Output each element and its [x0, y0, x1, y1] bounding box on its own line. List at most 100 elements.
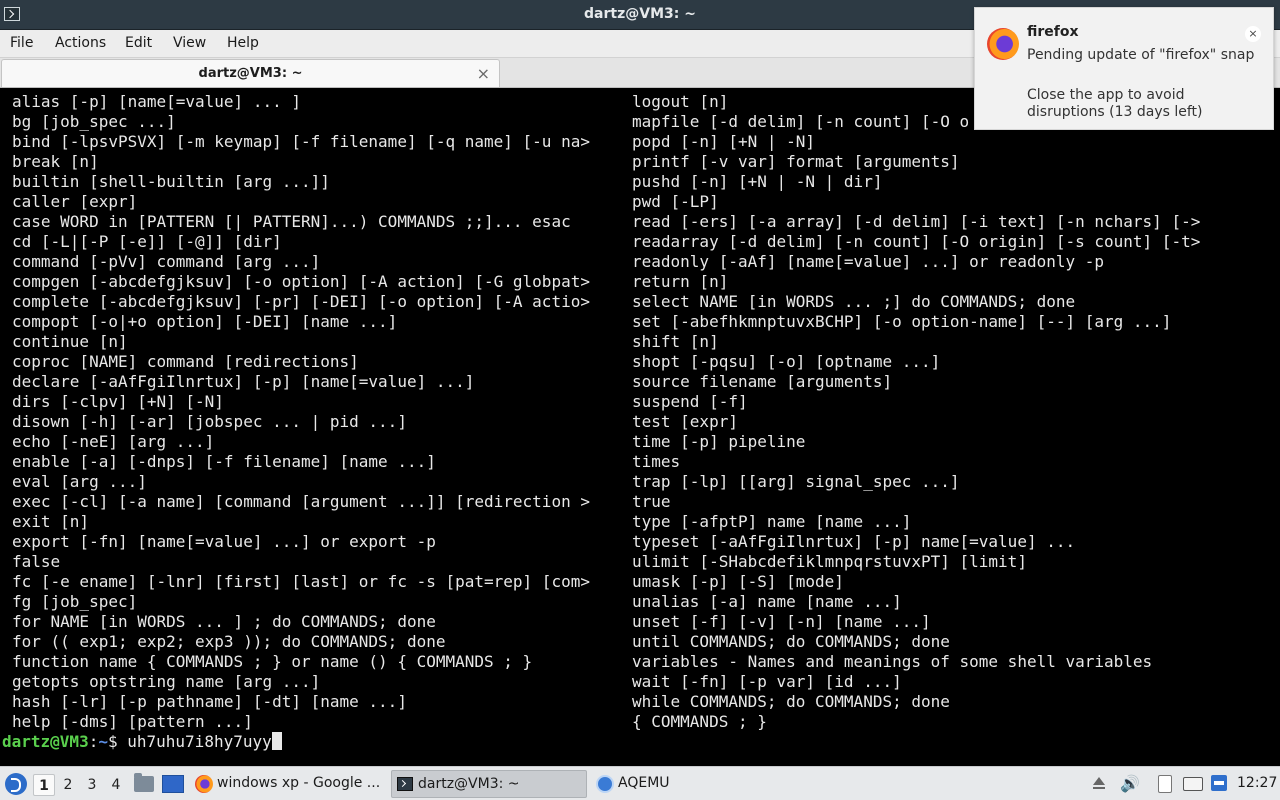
help-line: compopt [-o|+o option] [-DEI] [name ...] — [12, 312, 398, 331]
help-line: logout [n] — [632, 92, 729, 111]
help-line: fc [-e ename] [-lnr] [first] [last] or f… — [12, 572, 590, 591]
eject-icon[interactable] — [1092, 775, 1106, 793]
help-line: complete [-abcdefgjksuv] [-pr] [-DEI] [-… — [12, 292, 590, 311]
menu-edit[interactable]: Edit — [125, 35, 152, 51]
help-line: getopts optstring name [arg ...] — [12, 672, 321, 691]
menu-help[interactable]: Help — [227, 35, 259, 51]
help-line: read [-ers] [-a array] [-d delim] [-i te… — [632, 212, 1201, 231]
help-line: bg [job_spec ...] — [12, 112, 176, 131]
help-line: trap [-lp] [[arg] signal_spec ...] — [632, 472, 960, 491]
help-line: eval [arg ...] — [12, 472, 147, 491]
help-line: return [n] — [632, 272, 729, 291]
help-line: popd [-n] [+N | -N] — [632, 132, 816, 151]
help-line: wait [-fn] [-p var] [id ...] — [632, 672, 902, 691]
help-line: pushd [-n] [+N | -N | dir] — [632, 172, 883, 191]
workspace-2[interactable]: 2 — [57, 774, 79, 796]
help-line: caller [expr] — [12, 192, 138, 211]
clipboard-icon[interactable] — [1158, 775, 1172, 793]
prompt-symbol: $ — [107, 732, 128, 751]
help-line: alias [-p] [name[=value] ... ] — [12, 92, 301, 111]
task-terminal[interactable]: dartz@VM3: ~ — [391, 770, 587, 798]
menu-view[interactable]: View — [173, 35, 206, 51]
network-icon[interactable] — [1211, 775, 1227, 791]
command-input[interactable]: uh7uhu7i8hy7uyy — [127, 732, 272, 751]
notification-detail: Close the app to avoid disruptions (13 d… — [1027, 87, 1203, 120]
help-line: case WORD in [PATTERN [| PATTERN]...) CO… — [12, 212, 571, 231]
help-line: while COMMANDS; do COMMANDS; done — [632, 692, 950, 711]
text-cursor — [271, 732, 282, 750]
prompt-user: dartz@VM3 — [2, 732, 89, 751]
tab-terminal[interactable]: dartz@VM3: ~ × — [1, 59, 500, 87]
workspace-3[interactable]: 3 — [81, 774, 103, 796]
notification-close-icon[interactable]: × — [1245, 26, 1261, 42]
help-line: time [-p] pipeline — [632, 432, 806, 451]
workspace-4[interactable]: 4 — [105, 774, 127, 796]
help-line: for (( exp1; exp2; exp3 )); do COMMANDS;… — [12, 632, 446, 651]
help-line: disown [-h] [-ar] [jobspec ... | pid ...… — [12, 412, 407, 431]
show-desktop-icon[interactable] — [162, 775, 184, 793]
help-line: break [n] — [12, 152, 99, 171]
help-line: true — [632, 492, 671, 511]
start-menu-icon[interactable] — [5, 773, 27, 795]
aqemu-task-icon — [596, 775, 614, 793]
firefox-icon — [987, 28, 1019, 60]
file-manager-icon[interactable] — [134, 773, 154, 792]
help-line: cd [-L|[-P [-e]] [-@]] [dir] — [12, 232, 282, 251]
menu-actions[interactable]: Actions — [55, 35, 106, 51]
help-line: readarray [-d delim] [-n count] [-O orig… — [632, 232, 1201, 251]
clock[interactable]: 12:27 — [1237, 775, 1277, 791]
tab-label: dartz@VM3: ~ — [198, 66, 303, 81]
task-aqemu[interactable]: AQEMU — [592, 770, 788, 798]
help-line: enable [-a] [-dnps] [-f filename] [name … — [12, 452, 436, 471]
help-line: printf [-v var] format [arguments] — [632, 152, 960, 171]
firefox-task-icon — [195, 775, 213, 793]
help-line: unset [-f] [-v] [-n] [name ...] — [632, 612, 931, 631]
help-line: exec [-cl] [-a name] [command [argument … — [12, 492, 590, 511]
help-line: compgen [-abcdefgjksuv] [-o option] [-A … — [12, 272, 590, 291]
terminal-task-icon — [397, 777, 413, 791]
help-line: { COMMANDS ; } — [632, 712, 767, 731]
prompt-separator: : — [88, 732, 99, 751]
help-line: function name { COMMANDS ; } or name () … — [12, 652, 533, 671]
volume-icon[interactable]: 🔊 — [1120, 775, 1140, 793]
terminal-output[interactable]: alias [-p] [name[=value] ... ] bg [job_sp… — [0, 88, 1280, 766]
task-label: dartz@VM3: ~ — [418, 776, 520, 792]
help-line: set [-abefhkmnptuvxBCHP] [-o option-name… — [632, 312, 1172, 331]
help-line: until COMMANDS; do COMMANDS; done — [632, 632, 950, 651]
help-line: typeset [-aAfFgiIlnrtux] [-p] name[=valu… — [632, 532, 1076, 551]
help-line: declare [-aAfFgiIlnrtux] [-p] [name[=val… — [12, 372, 475, 391]
notification-message: Pending update of "firefox" snap — [1027, 47, 1255, 63]
task-label: windows xp - Google ... — [217, 775, 381, 791]
help-line: ulimit [-SHabcdefiklmnpqrstuvxPT] [limit… — [632, 552, 1027, 571]
help-line: suspend [-f] — [632, 392, 748, 411]
workspace-1[interactable]: 1 — [33, 774, 55, 796]
taskbar: 1 2 3 4 windows xp - Google ... dartz@VM… — [0, 766, 1280, 800]
help-line: help [-dms] [pattern ...] — [12, 712, 253, 731]
notification-title: firefox — [1027, 24, 1079, 40]
help-line: unalias [-a] name [name ...] — [632, 592, 902, 611]
prompt-path: ~ — [98, 732, 108, 751]
help-line: mapfile [-d delim] [-n count] [-O o — [632, 112, 970, 131]
task-firefox[interactable]: windows xp - Google ... — [191, 770, 387, 798]
help-line: shopt [-pqsu] [-o] [optname ...] — [632, 352, 941, 371]
update-notification[interactable]: firefox Pending update of "firefox" snap… — [974, 7, 1274, 130]
help-line: test [expr] — [632, 412, 738, 431]
prompt-line[interactable]: dartz@VM3:~$ uh7uhu7i8hy7uyy — [2, 732, 282, 752]
help-line: continue [n] — [12, 332, 128, 351]
help-line: pwd [-LP] — [632, 192, 719, 211]
help-line: false — [12, 552, 61, 571]
keyboard-icon[interactable] — [1183, 777, 1203, 791]
help-line: bind [-lpsvPSVX] [-m keymap] [-f filenam… — [12, 132, 590, 151]
help-line: select NAME [in WORDS ... ;] do COMMANDS… — [632, 292, 1076, 311]
help-line: command [-pVv] command [arg ...] — [12, 252, 321, 271]
help-line: builtin [shell-builtin [arg ...]] — [12, 172, 330, 191]
help-line: coproc [NAME] command [redirections] — [12, 352, 359, 371]
help-line: for NAME [in WORDS ... ] ; do COMMANDS; … — [12, 612, 436, 631]
task-label: AQEMU — [618, 775, 670, 791]
help-line: type [-afptP] name [name ...] — [632, 512, 912, 531]
tab-close-icon[interactable]: × — [477, 64, 490, 83]
help-line: export [-fn] [name[=value] ...] or expor… — [12, 532, 436, 551]
menu-file[interactable]: File — [10, 35, 33, 51]
help-line: echo [-neE] [arg ...] — [12, 432, 215, 451]
help-line: hash [-lr] [-p pathname] [-dt] [name ...… — [12, 692, 407, 711]
